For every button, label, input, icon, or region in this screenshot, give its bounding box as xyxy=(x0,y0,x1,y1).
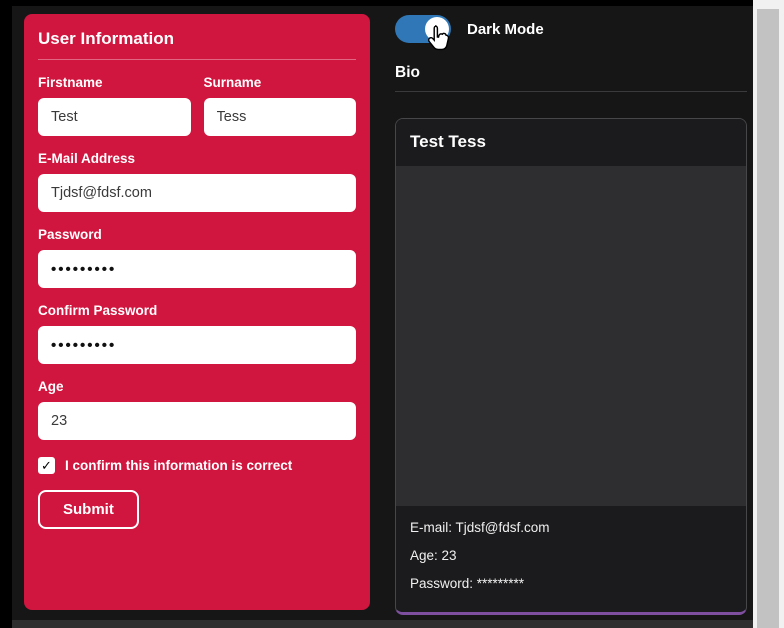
user-information-panel: User Information Firstname Surname E-Mai… xyxy=(24,14,370,610)
password-input[interactable] xyxy=(38,250,356,288)
window-bottom-edge xyxy=(12,620,753,628)
bio-card-footer: E-mail: Tjdsf@fdsf.com Age: 23 Password:… xyxy=(396,506,746,612)
confirm-password-input[interactable] xyxy=(38,326,356,364)
password-label: Password xyxy=(38,227,356,242)
bio-card-body xyxy=(396,166,746,506)
divider xyxy=(395,91,747,92)
surname-label: Surname xyxy=(204,75,357,90)
submit-button[interactable]: Submit xyxy=(38,490,139,529)
firstname-input[interactable] xyxy=(38,98,191,136)
scrollbar-thumb[interactable] xyxy=(757,9,779,628)
bio-card-title: Test Tess xyxy=(396,119,746,166)
confirm-password-label: Confirm Password xyxy=(38,303,356,318)
panel-title: User Information xyxy=(38,29,356,49)
age-input[interactable] xyxy=(38,402,356,440)
surname-input[interactable] xyxy=(204,98,357,136)
scrollbar-track[interactable] xyxy=(753,0,784,628)
confirm-checkbox[interactable]: ✓ xyxy=(38,457,55,474)
confirm-checkbox-label[interactable]: I confirm this information is correct xyxy=(65,458,292,473)
toggle-knob xyxy=(425,17,449,41)
bio-password-line: Password: ********* xyxy=(410,574,732,593)
checkmark-icon: ✓ xyxy=(41,458,52,474)
firstname-label: Firstname xyxy=(38,75,191,90)
bio-section: Dark Mode Bio Test Tess E-mail: Tjdsf@fd… xyxy=(395,14,747,615)
age-label: Age xyxy=(38,379,356,394)
dark-mode-toggle[interactable] xyxy=(395,15,451,43)
email-input[interactable] xyxy=(38,174,356,212)
email-label: E-Mail Address xyxy=(38,151,356,166)
bio-heading: Bio xyxy=(395,64,747,82)
bio-email-line: E-mail: Tjdsf@fdsf.com xyxy=(410,518,732,537)
bio-age-line: Age: 23 xyxy=(410,546,732,565)
bio-card: Test Tess E-mail: Tjdsf@fdsf.com Age: 23… xyxy=(395,118,747,615)
dark-mode-label: Dark Mode xyxy=(467,21,544,38)
